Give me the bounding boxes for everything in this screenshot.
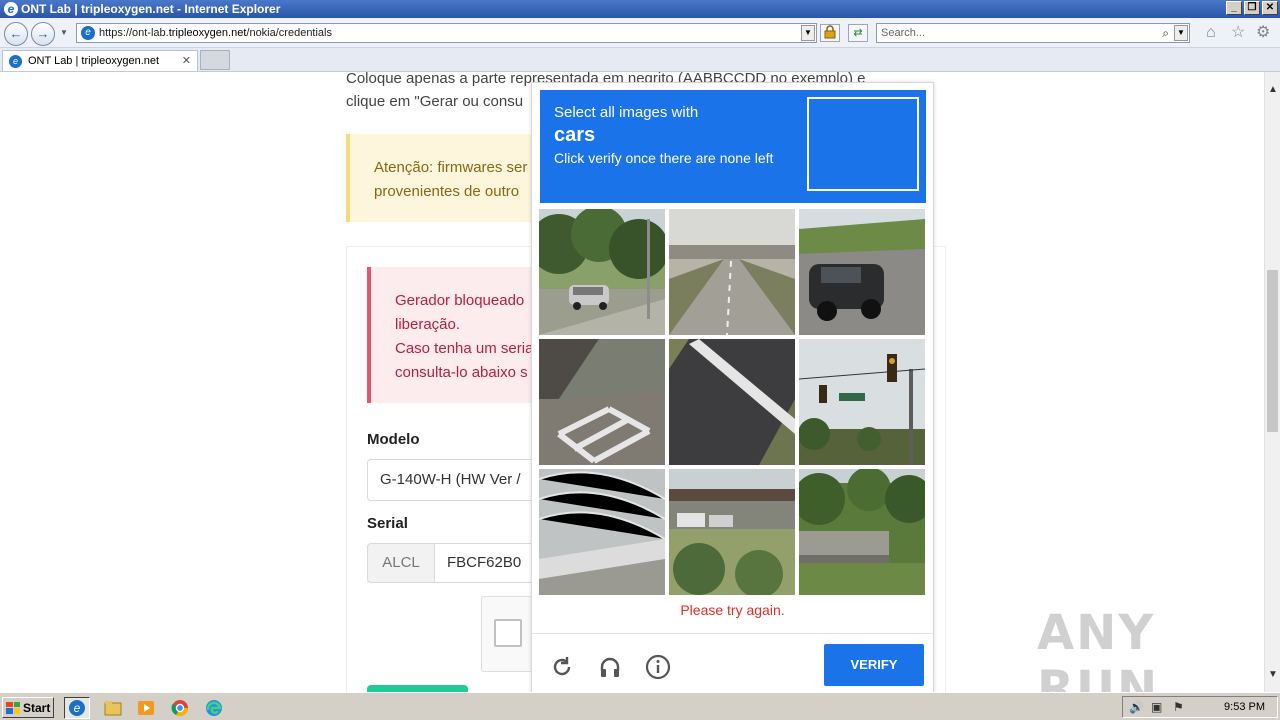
challenge-header: Select all images with cars Click verify…	[540, 90, 926, 203]
generate-button[interactable]	[367, 685, 468, 692]
action-center-flag-icon[interactable]: ⚑	[1173, 700, 1184, 714]
tile-bridge-vehicles[interactable]	[669, 469, 795, 595]
modelo-label: Modelo	[367, 431, 420, 448]
tile-black-car[interactable]	[799, 209, 925, 335]
forward-button[interactable]: →	[31, 22, 55, 46]
refresh-icon[interactable]: ⇄	[848, 24, 868, 42]
windows-logo-icon	[6, 701, 20, 714]
search-dropdown-icon[interactable]: ▼	[1174, 25, 1188, 41]
network-icon[interactable]: ▣	[1151, 700, 1162, 714]
scrollbar-thumb[interactable]	[1267, 270, 1278, 432]
address-url[interactable]: https://ont-lab.tripleoxygen.net/nokia/c…	[99, 27, 332, 39]
taskbar: Start e 🔊 ▣ ⚑ 9:53 PM	[0, 692, 1280, 720]
taskbar-explorer-icon[interactable]	[100, 697, 126, 719]
clock[interactable]: 9:53 PM	[1224, 701, 1265, 713]
back-button[interactable]: ←	[4, 22, 28, 46]
info-icon[interactable]	[645, 654, 671, 680]
tab-close-icon[interactable]: ✕	[182, 54, 191, 67]
window-title: ONT Lab | tripleoxygen.net - Internet Ex…	[21, 2, 281, 16]
lock-icon[interactable]	[820, 24, 840, 42]
tile-crosswalk[interactable]	[539, 339, 665, 465]
search-icon[interactable]: ⌕	[1162, 24, 1169, 42]
captcha-checkbox[interactable]	[494, 619, 522, 647]
challenge-prompt: Select all images with	[554, 104, 699, 121]
window-title-bar: e ONT Lab | tripleoxygen.net - Internet …	[0, 0, 1280, 18]
favorites-star-icon[interactable]: ☆	[1231, 25, 1245, 41]
tab-bar: e ONT Lab | tripleoxygen.net ✕	[0, 48, 1280, 72]
vertical-scrollbar[interactable]: ▲ ▼	[1264, 72, 1280, 692]
home-icon[interactable]: ⌂	[1206, 25, 1216, 41]
navigation-bar: ← → ▼ e https://ont-lab.tripleoxygen.net…	[0, 18, 1280, 48]
search-input[interactable]: Search... ⌕ ▼	[876, 23, 1190, 43]
taskbar-edge-icon[interactable]	[201, 697, 227, 719]
taskbar-media-icon[interactable]	[133, 697, 159, 719]
taskbar-chrome-icon[interactable]	[167, 697, 193, 719]
ie-logo-icon: e	[4, 2, 18, 16]
system-tray: 🔊 ▣ ⚑ 9:53 PM	[1122, 696, 1278, 718]
refresh-challenge-icon[interactable]	[549, 654, 575, 680]
footer-divider	[532, 633, 933, 634]
image-grid	[539, 209, 927, 597]
close-button[interactable]: ✕	[1262, 1, 1278, 15]
tab-page-icon: e	[9, 54, 22, 68]
tile-trees-car[interactable]	[539, 209, 665, 335]
tile-road-bridge[interactable]	[669, 209, 795, 335]
audio-challenge-icon[interactable]	[597, 654, 623, 680]
verify-button[interactable]: VERIFY	[824, 644, 924, 686]
volume-icon[interactable]: 🔊	[1129, 700, 1144, 714]
history-dropdown-icon[interactable]: ▼	[60, 28, 68, 37]
start-button[interactable]: Start	[2, 697, 54, 718]
page-icon: e	[81, 26, 95, 40]
challenge-error: Please try again.	[680, 602, 785, 618]
gear-icon[interactable]: ⚙	[1256, 25, 1270, 41]
serial-prefix: ALCL	[367, 543, 435, 583]
restore-button[interactable]: ❐	[1244, 1, 1260, 15]
address-dropdown-icon[interactable]: ▼	[801, 25, 815, 41]
serial-label: Serial	[367, 515, 408, 532]
taskbar-ie-icon[interactable]: e	[64, 697, 90, 719]
scroll-up-icon[interactable]: ▲	[1268, 84, 1278, 95]
tab-title: ONT Lab | tripleoxygen.net	[28, 55, 160, 67]
tile-road-lane[interactable]	[669, 339, 795, 465]
new-tab-button[interactable]	[200, 50, 230, 70]
hcaptcha-challenge: Select all images with cars Click verify…	[531, 82, 934, 694]
tile-bridge-greenery[interactable]	[799, 469, 925, 595]
start-label: Start	[23, 700, 51, 715]
challenge-target: cars	[554, 124, 596, 146]
tab-active[interactable]: e ONT Lab | tripleoxygen.net ✕	[2, 50, 198, 71]
minimize-button[interactable]: _	[1226, 1, 1242, 15]
tile-overpass-noise[interactable]	[539, 469, 665, 595]
tile-traffic-light[interactable]	[799, 339, 925, 465]
challenge-instruction: Click verify once there are none left	[554, 150, 774, 166]
address-bar[interactable]: e https://ont-lab.tripleoxygen.net/nokia…	[76, 23, 817, 43]
sample-image-frame	[807, 97, 919, 191]
